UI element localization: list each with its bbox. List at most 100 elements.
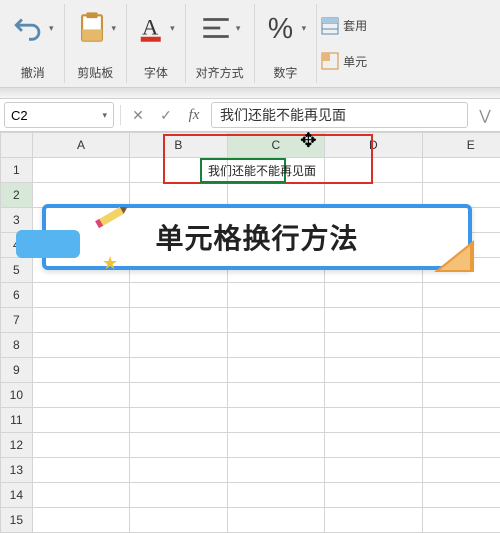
number-group[interactable]: % ▾ 数字 xyxy=(255,4,318,83)
cell[interactable] xyxy=(422,358,500,383)
table-style-button[interactable]: 套用 xyxy=(321,17,494,35)
cell[interactable] xyxy=(227,333,324,358)
cell[interactable] xyxy=(32,408,129,433)
undo-icon: ▾ xyxy=(12,6,54,50)
cell-style-button[interactable]: 单元 xyxy=(321,52,494,70)
cell[interactable] xyxy=(130,308,227,333)
cell[interactable] xyxy=(32,458,129,483)
undo-label: 撤消 xyxy=(21,64,45,81)
cell[interactable] xyxy=(227,483,324,508)
cell[interactable] xyxy=(130,508,227,533)
chevron-down-icon: ▾ xyxy=(49,23,54,34)
cell[interactable] xyxy=(325,308,422,333)
font-group[interactable]: A ▾ 字体 xyxy=(127,4,186,83)
cell[interactable] xyxy=(227,508,324,533)
cell[interactable] xyxy=(227,158,324,183)
cell[interactable] xyxy=(325,283,422,308)
col-header-D[interactable]: D xyxy=(325,133,422,158)
row-header-14[interactable]: 14 xyxy=(1,483,33,508)
chevron-down-icon: ▾ xyxy=(170,23,175,34)
row-header-8[interactable]: 8 xyxy=(1,333,33,358)
cell[interactable] xyxy=(130,358,227,383)
cell[interactable] xyxy=(130,383,227,408)
cell[interactable] xyxy=(422,483,500,508)
cell[interactable] xyxy=(325,383,422,408)
row-header-5[interactable]: 5 xyxy=(1,258,33,283)
cell[interactable] xyxy=(422,383,500,408)
cell[interactable] xyxy=(422,408,500,433)
cell[interactable] xyxy=(130,408,227,433)
grid-table[interactable]: A B C D E 123456789101112131415 xyxy=(0,132,500,533)
col-header-C[interactable]: C xyxy=(227,133,324,158)
cell[interactable] xyxy=(32,283,129,308)
col-header-A[interactable]: A xyxy=(32,133,129,158)
cell[interactable] xyxy=(325,408,422,433)
cell[interactable] xyxy=(422,283,500,308)
cell[interactable] xyxy=(422,458,500,483)
formula-expand-button[interactable]: ⋁ xyxy=(474,102,496,128)
cell[interactable] xyxy=(32,383,129,408)
row-header-2[interactable]: 2 xyxy=(1,183,33,208)
cell[interactable] xyxy=(325,358,422,383)
cell[interactable] xyxy=(227,408,324,433)
cell[interactable] xyxy=(325,483,422,508)
cell[interactable] xyxy=(32,358,129,383)
cell[interactable] xyxy=(227,433,324,458)
row-header-10[interactable]: 10 xyxy=(1,383,33,408)
cell[interactable] xyxy=(422,508,500,533)
spreadsheet-grid: A B C D E 123456789101112131415 我们还能不能再见… xyxy=(0,132,500,533)
cell[interactable] xyxy=(422,333,500,358)
row-header-1[interactable]: 1 xyxy=(1,158,33,183)
cell[interactable] xyxy=(130,158,227,183)
cell[interactable] xyxy=(422,308,500,333)
cell[interactable] xyxy=(227,383,324,408)
row-header-9[interactable]: 9 xyxy=(1,358,33,383)
cell[interactable] xyxy=(325,433,422,458)
cell[interactable] xyxy=(32,508,129,533)
cell[interactable] xyxy=(325,333,422,358)
col-header-E[interactable]: E xyxy=(422,133,500,158)
fx-icon[interactable]: fx xyxy=(183,102,205,128)
cell[interactable] xyxy=(130,458,227,483)
row-header-15[interactable]: 15 xyxy=(1,508,33,533)
cell[interactable] xyxy=(32,433,129,458)
cell[interactable] xyxy=(32,308,129,333)
clipboard-group[interactable]: ▾ 剪贴板 xyxy=(65,4,128,83)
name-box[interactable]: C2 ▾ xyxy=(4,102,114,128)
separator xyxy=(120,105,121,125)
row-header-3[interactable]: 3 xyxy=(1,208,33,233)
formula-input[interactable]: 我们还能不能再见面 xyxy=(211,102,468,128)
font-label: 字体 xyxy=(144,64,168,81)
cell[interactable] xyxy=(325,508,422,533)
banner-decor-eraser xyxy=(16,230,80,258)
cell[interactable] xyxy=(130,283,227,308)
cell[interactable] xyxy=(422,158,500,183)
cell[interactable] xyxy=(227,308,324,333)
row-header-12[interactable]: 12 xyxy=(1,433,33,458)
cell[interactable] xyxy=(227,358,324,383)
cell[interactable] xyxy=(227,458,324,483)
cell[interactable] xyxy=(422,433,500,458)
alignment-group[interactable]: ▾ 对齐方式 xyxy=(186,4,255,83)
row-header-6[interactable]: 6 xyxy=(1,283,33,308)
row-header-11[interactable]: 11 xyxy=(1,408,33,433)
cell[interactable] xyxy=(32,333,129,358)
col-header-B[interactable]: B xyxy=(130,133,227,158)
cell[interactable] xyxy=(227,283,324,308)
cell[interactable] xyxy=(130,483,227,508)
cell[interactable] xyxy=(32,483,129,508)
cell[interactable] xyxy=(32,158,129,183)
formula-cancel-button[interactable]: ✕ xyxy=(127,102,149,128)
cell[interactable] xyxy=(130,433,227,458)
row-header-13[interactable]: 13 xyxy=(1,458,33,483)
row-header-7[interactable]: 7 xyxy=(1,308,33,333)
cell[interactable] xyxy=(325,458,422,483)
cell[interactable] xyxy=(130,333,227,358)
undo-group[interactable]: ▾ 撤消 xyxy=(2,4,65,83)
number-label: 数字 xyxy=(273,64,297,81)
select-all-corner[interactable] xyxy=(1,133,33,158)
cell[interactable] xyxy=(325,158,422,183)
chevron-down-icon: ▾ xyxy=(302,23,307,34)
formula-confirm-button[interactable]: ✓ xyxy=(155,102,177,128)
svg-text:%: % xyxy=(267,13,292,45)
